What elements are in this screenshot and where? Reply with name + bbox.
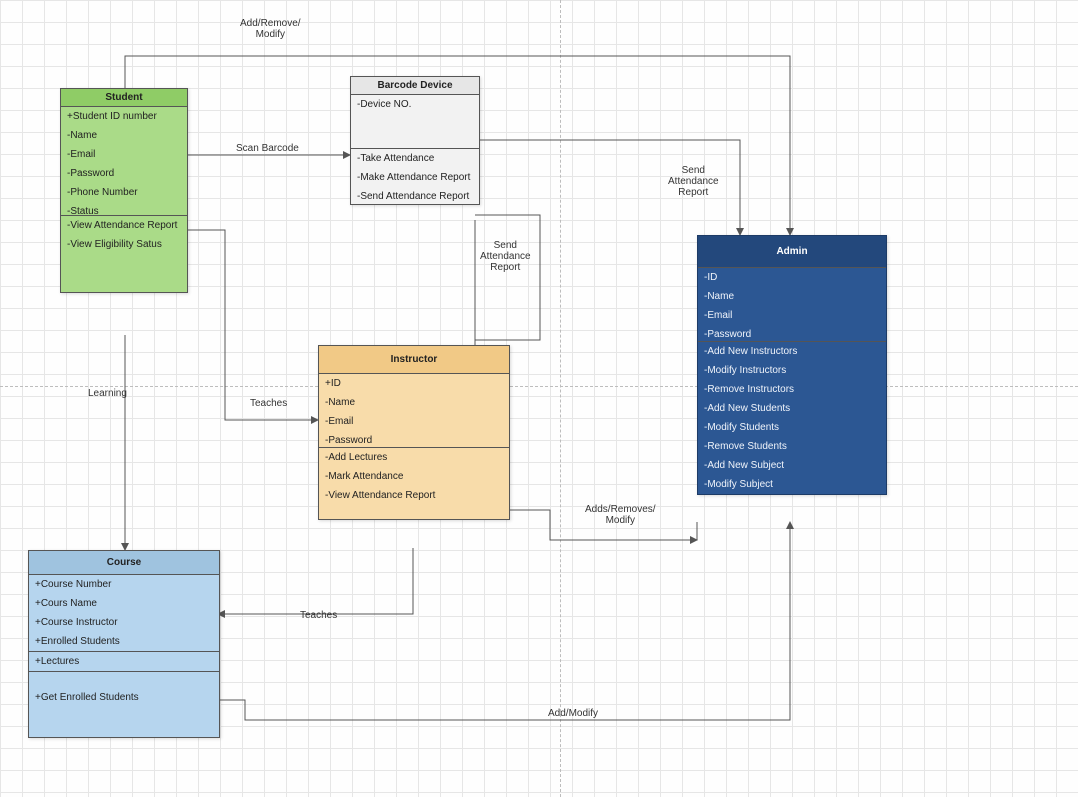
class-admin[interactable]: Admin -ID -Name -Email -Password -Add Ne… [697, 235, 887, 495]
op: -Add New Instructors [698, 342, 886, 361]
attr: -Phone Number [61, 183, 187, 202]
op: -Send Attendance Report [351, 187, 479, 204]
attributes-section: -Device NO. [351, 95, 479, 149]
op: -View Attendance Report [319, 486, 509, 505]
op: +Get Enrolled Students [29, 688, 219, 707]
attr: -Password [319, 431, 509, 447]
label-add-modify: Add/Modify [548, 708, 598, 719]
operations-section: -Add Lectures -Mark Attendance -View Att… [319, 448, 509, 519]
class-title: Student [61, 89, 187, 107]
class-barcode-device[interactable]: Barcode Device -Device NO. -Take Attenda… [350, 76, 480, 205]
spacer [29, 707, 219, 737]
label-send-report-2: Send Attendance Report [480, 240, 531, 273]
attr: -Name [61, 126, 187, 145]
attributes-section: +Student ID number -Name -Email -Passwor… [61, 107, 187, 216]
attr: -Device NO. [351, 95, 479, 114]
attr: -Password [698, 325, 886, 341]
op: -Add New Subject [698, 456, 886, 475]
class-course[interactable]: Course +Course Number +Cours Name +Cours… [28, 550, 220, 738]
page-divider-horizontal [0, 386, 1078, 387]
attr: +Cours Name [29, 594, 219, 613]
label-teaches-1: Teaches [250, 398, 287, 409]
spacer [61, 254, 187, 292]
attr: -Email [319, 412, 509, 431]
operations-section: -Add New Instructors -Modify Instructors… [698, 342, 886, 494]
op: -Mark Attendance [319, 467, 509, 486]
op: -Add Lectures [319, 448, 509, 467]
label-adds-removes-modify: Adds/Removes/ Modify [585, 504, 656, 526]
op: -View Attendance Report [61, 216, 187, 235]
class-instructor[interactable]: Instructor +ID -Name -Email -Password -A… [318, 345, 510, 520]
op: -Modify Instructors [698, 361, 886, 380]
attr: +Enrolled Students [29, 632, 219, 651]
class-title: Instructor [319, 346, 509, 374]
attr: -Status [61, 202, 187, 217]
label-send-report-1: Send Attendance Report [668, 165, 719, 198]
attr: +ID [319, 374, 509, 393]
op: -Add New Students [698, 399, 886, 418]
op: -Remove Instructors [698, 380, 886, 399]
class-student[interactable]: Student +Student ID number -Name -Email … [60, 88, 188, 293]
label-add-remove-modify-top: Add/Remove/ Modify [240, 18, 301, 40]
op: -Modify Students [698, 418, 886, 437]
attributes-section: +Course Number +Cours Name +Course Instr… [29, 575, 219, 652]
label-teaches-2: Teaches [300, 610, 337, 621]
attr: +Student ID number [61, 107, 187, 126]
attributes-section-2: +Lectures [29, 652, 219, 672]
spacer [29, 672, 219, 688]
label-scan-barcode: Scan Barcode [236, 143, 299, 154]
attr: +Course Number [29, 575, 219, 594]
attr: -Name [319, 393, 509, 412]
class-title: Admin [698, 236, 886, 268]
page-divider-vertical [560, 0, 561, 797]
operations-section: +Get Enrolled Students [29, 672, 219, 737]
attr: -Email [61, 145, 187, 164]
op: -Modify Subject [698, 475, 886, 494]
operations-section: -Take Attendance -Make Attendance Report… [351, 149, 479, 204]
attr: +Lectures [29, 652, 219, 671]
attr: +Course Instructor [29, 613, 219, 632]
attr: -Name [698, 287, 886, 306]
spacer [351, 114, 479, 148]
attributes-section: +ID -Name -Email -Password [319, 374, 509, 448]
class-title: Barcode Device [351, 77, 479, 95]
op: -View Eligibility Satus [61, 235, 187, 254]
op: -Remove Students [698, 437, 886, 456]
attr: -Email [698, 306, 886, 325]
spacer [319, 505, 509, 519]
attributes-section: -ID -Name -Email -Password [698, 268, 886, 342]
attr: -Password [61, 164, 187, 183]
attr: -ID [698, 268, 886, 287]
label-learning: Learning [88, 388, 127, 399]
operations-section: -View Attendance Report -View Eligibilit… [61, 216, 187, 292]
op: -Make Attendance Report [351, 168, 479, 187]
op: -Take Attendance [351, 149, 479, 168]
diagram-canvas: Add/Remove/ Modify Scan Barcode Send Att… [0, 0, 1078, 797]
class-title: Course [29, 551, 219, 575]
